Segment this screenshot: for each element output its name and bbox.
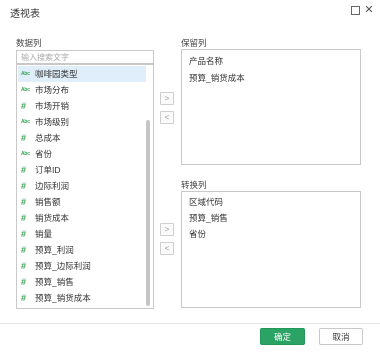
data-columns-scrollbar[interactable] xyxy=(146,120,150,306)
transpose-item[interactable]: 省份 xyxy=(189,228,206,240)
dialog-title: 透视表 xyxy=(10,9,40,20)
data-column-item[interactable]: # 订单ID xyxy=(18,162,146,178)
data-column-item[interactable]: # 预算_销售 xyxy=(18,274,146,290)
abc-icon: Abc xyxy=(21,87,30,93)
transpose-item[interactable]: 区域代码 xyxy=(189,196,223,208)
data-columns-label: 数据列 xyxy=(16,38,42,48)
ok-button[interactable]: 确定 xyxy=(260,328,305,345)
abc-icon: Abc xyxy=(21,71,30,77)
abc-icon: Abc xyxy=(21,151,30,157)
data-column-item[interactable]: # 总成本 xyxy=(18,130,146,146)
transpose-item[interactable]: 预算_销售 xyxy=(189,212,228,224)
close-icon[interactable]: ✕ xyxy=(363,4,375,16)
hash-icon: # xyxy=(21,133,27,143)
data-column-label: 边际利润 xyxy=(35,181,70,191)
transpose-columns-list: 区域代码 预算_销售 省份 xyxy=(181,191,361,308)
data-column-item[interactable]: # 销售额 xyxy=(18,194,146,210)
keep-item[interactable]: 产品名称 xyxy=(189,55,223,67)
hash-icon: # xyxy=(21,229,27,239)
move-from-transpose-button[interactable]: < xyxy=(160,242,174,255)
data-column-item[interactable]: # 预算_销货成本 xyxy=(18,290,146,306)
data-column-label: 销货成本 xyxy=(35,213,70,223)
data-column-item[interactable]: # 销量 xyxy=(18,226,146,242)
data-column-label: 预算_利润 xyxy=(35,245,74,255)
dialog-titlebar: 透视表 ✕ xyxy=(0,0,380,22)
data-column-item[interactable]: Abc 省份 xyxy=(18,146,146,162)
data-column-label: 销量 xyxy=(35,229,53,239)
data-column-item[interactable]: Abc 咖啡园类型 xyxy=(18,66,146,82)
data-column-label: 市场开销 xyxy=(35,101,70,111)
footer-divider xyxy=(0,323,380,324)
data-column-label: 市场级别 xyxy=(35,117,70,127)
data-column-item[interactable]: # 预算_利润 xyxy=(18,242,146,258)
cancel-button[interactable]: 取消 xyxy=(319,328,363,345)
data-column-label: 订单ID xyxy=(35,165,61,175)
data-column-item[interactable]: # 边际利润 xyxy=(18,178,146,194)
move-to-keep-button[interactable]: > xyxy=(160,92,174,105)
data-column-label: 销售额 xyxy=(35,197,61,207)
keep-columns-list: 产品名称 预算_销货成本 xyxy=(181,49,361,165)
data-column-item[interactable]: # 预算_边际利润 xyxy=(18,258,146,274)
hash-icon: # xyxy=(21,213,27,223)
data-columns-list: Abc 咖啡园类型 Abc 市场分布 # 市场开销 Abc 市场级别 # 总成本 Abc 省份 # 订单I… xyxy=(16,64,154,309)
move-from-keep-button[interactable]: < xyxy=(160,111,174,124)
data-column-label: 预算_边际利润 xyxy=(35,261,91,271)
data-column-label: 咖啡园类型 xyxy=(35,69,78,79)
data-column-label: 省份 xyxy=(35,149,53,159)
hash-icon: # xyxy=(21,181,27,191)
search-input[interactable] xyxy=(21,52,149,63)
hash-icon: # xyxy=(21,245,27,255)
abc-icon: Abc xyxy=(21,119,30,125)
keep-item[interactable]: 预算_销货成本 xyxy=(189,72,245,84)
data-column-item[interactable]: Abc 市场级别 xyxy=(18,114,146,130)
hash-icon: # xyxy=(21,165,27,175)
move-to-transpose-button[interactable]: > xyxy=(160,223,174,236)
hash-icon: # xyxy=(21,293,27,303)
data-column-item[interactable]: Abc 市场分布 xyxy=(18,82,146,98)
data-column-label: 市场分布 xyxy=(35,85,70,95)
keep-columns-label: 保留列 xyxy=(181,38,207,48)
hash-icon: # xyxy=(21,197,27,207)
data-column-item[interactable]: # 市场开销 xyxy=(18,98,146,114)
hash-icon: # xyxy=(21,261,27,271)
hash-icon: # xyxy=(21,101,27,111)
data-column-label: 总成本 xyxy=(35,133,61,143)
search-field[interactable] xyxy=(16,50,154,64)
data-column-label: 预算_销售 xyxy=(35,277,74,287)
hash-icon: # xyxy=(21,277,27,287)
data-column-item[interactable]: # 销货成本 xyxy=(18,210,146,226)
maximize-icon[interactable] xyxy=(349,4,361,16)
data-column-label: 预算_销货成本 xyxy=(35,293,91,303)
transpose-columns-label: 转换列 xyxy=(181,180,207,190)
